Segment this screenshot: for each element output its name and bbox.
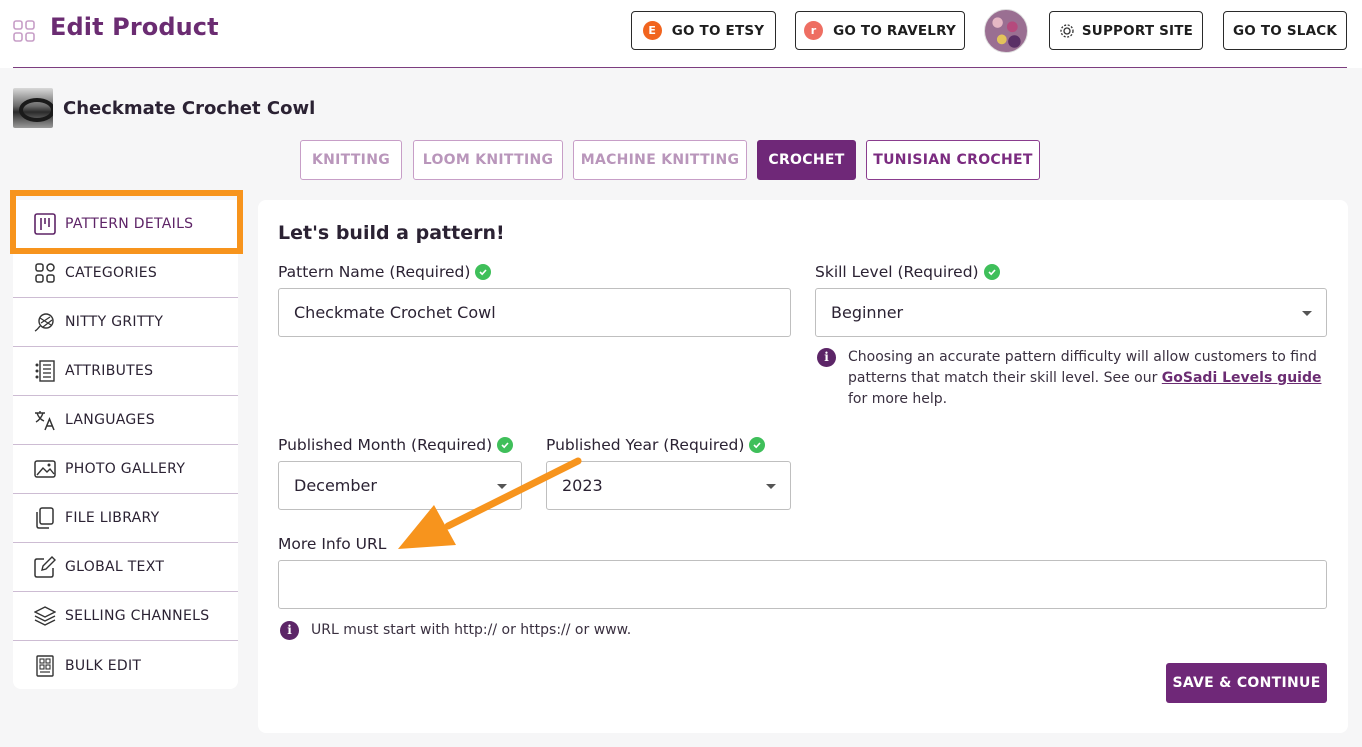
save-continue-button[interactable]: SAVE & CONTINUE [1166,663,1327,703]
skill-level-label-text: Skill Level (Required) [815,263,979,281]
go-to-ravelry-button[interactable]: r GO TO RAVELRY [795,11,965,50]
grid-menu-icon[interactable] [13,20,35,42]
skill-level-info: i Choosing an accurate pattern difficult… [817,347,1327,410]
more-info-url-label: More Info URL [278,535,387,553]
product-thumbnail [13,88,53,128]
published-month-value: December [294,476,377,495]
sidebar-item-label: PHOTO GALLERY [65,461,186,477]
image-icon [34,458,56,480]
sidebar: PATTERN DETAILS CATEGORIES NITTY GRITTY … [13,200,238,689]
info-icon: i [817,348,836,367]
sidebar-item-label: BULK EDIT [65,657,142,674]
product-header: Checkmate Crochet Cowl [13,88,315,128]
skill-level-value: Beginner [831,303,904,322]
sidebar-item-label: SELLING CHANNELS [65,608,210,624]
etsy-icon: E [642,21,662,40]
go-to-etsy-label: GO TO ETSY [671,22,765,39]
sidebar-item-label: ATTRIBUTES [65,363,154,379]
files-icon [34,507,56,529]
attributes-icon [34,360,56,382]
sidebar-item-label: FILE LIBRARY [65,510,160,526]
sidebar-item-pattern-details[interactable]: PATTERN DETAILS [13,200,238,249]
tab-tunisian-crochet[interactable]: TUNISIAN CROCHET [866,140,1040,180]
header-divider [13,67,1347,68]
skill-level-select[interactable]: Beginner [815,288,1327,337]
support-site-label: SUPPORT SITE [1081,22,1194,39]
go-to-ravelry-label: GO TO RAVELRY [833,22,956,39]
check-circle-icon [749,437,766,453]
more-info-url-input[interactable] [278,560,1327,609]
tab-loom-knitting[interactable]: LOOM KNITTING [413,140,563,180]
edit-icon [34,556,56,578]
sidebar-item-label: NITTY GRITTY [65,314,164,330]
go-to-slack-label: GO TO SLACK [1233,22,1337,39]
gosadi-levels-guide-link[interactable]: GoSadi Levels guide [1162,370,1322,386]
go-to-slack-button[interactable]: GO TO SLACK [1223,11,1347,50]
published-year-select[interactable]: 2023 [546,461,791,510]
tab-machine-knitting[interactable]: MACHINE KNITTING [573,140,747,180]
page-title: Edit Product [50,13,219,41]
info-icon: i [280,621,299,640]
sidebar-item-languages[interactable]: LANGUAGES [13,396,238,445]
go-to-etsy-button[interactable]: E GO TO ETSY [631,11,776,50]
published-month-select[interactable]: December [278,461,522,510]
sidebar-item-nitty-gritty[interactable]: NITTY GRITTY [13,298,238,347]
ravelry-icon: r [804,21,824,40]
sidebar-item-file-library[interactable]: FILE LIBRARY [13,494,238,543]
url-hint: i URL must start with http:// or https:/… [280,620,880,641]
skill-info-text-end: for more help. [848,391,948,407]
tab-knitting[interactable]: KNITTING [300,140,402,180]
app-header: Edit Product E GO TO ETSY r GO TO RAVELR… [0,0,1362,68]
translate-icon [34,409,56,431]
check-circle-icon [497,437,514,453]
sidebar-item-bulk-edit[interactable]: BULK EDIT [13,641,238,690]
sidebar-item-attributes[interactable]: ATTRIBUTES [13,347,238,396]
layers-icon [34,605,56,627]
published-month-label-text: Published Month (Required) [278,436,493,454]
check-circle-icon [983,264,1000,280]
published-month-label: Published Month (Required) [278,436,514,454]
check-circle-icon [475,264,492,280]
sidebar-item-label: GLOBAL TEXT [65,559,165,575]
published-year-label-text: Published Year (Required) [546,436,745,454]
sidebar-item-photo-gallery[interactable]: PHOTO GALLERY [13,445,238,494]
bulk-edit-icon [34,654,56,677]
published-year-label: Published Year (Required) [546,436,766,454]
support-site-button[interactable]: SUPPORT SITE [1049,11,1203,50]
pattern-name-label: Pattern Name (Required) [278,263,492,281]
categories-icon [34,262,56,284]
sidebar-item-selling-channels[interactable]: SELLING CHANNELS [13,592,238,641]
pattern-name-label-text: Pattern Name (Required) [278,263,471,281]
sidebar-item-label: CATEGORIES [65,265,158,281]
skill-level-label: Skill Level (Required) [815,263,1000,281]
sidebar-item-global-text[interactable]: GLOBAL TEXT [13,543,238,592]
sidebar-item-label: PATTERN DETAILS [65,216,194,232]
sidebar-item-categories[interactable]: CATEGORIES [13,249,238,298]
panel-title: Let's build a pattern! [278,222,505,244]
pattern-name-input[interactable]: Checkmate Crochet Cowl [278,288,791,337]
pattern-icon [34,213,56,235]
product-name: Checkmate Crochet Cowl [63,97,316,119]
yarn-icon [34,311,56,333]
sidebar-item-label: LANGUAGES [65,412,155,428]
user-avatar[interactable] [984,9,1028,53]
url-hint-text: URL must start with http:// or https:// … [311,622,632,638]
tab-crochet[interactable]: CROCHET [757,140,856,180]
published-year-value: 2023 [562,476,603,495]
pattern-details-panel: Let's build a pattern! Pattern Name (Req… [258,200,1348,733]
skill-info-text: Choosing an accurate pattern difficulty … [848,347,1327,410]
support-gear-icon [1060,23,1074,38]
